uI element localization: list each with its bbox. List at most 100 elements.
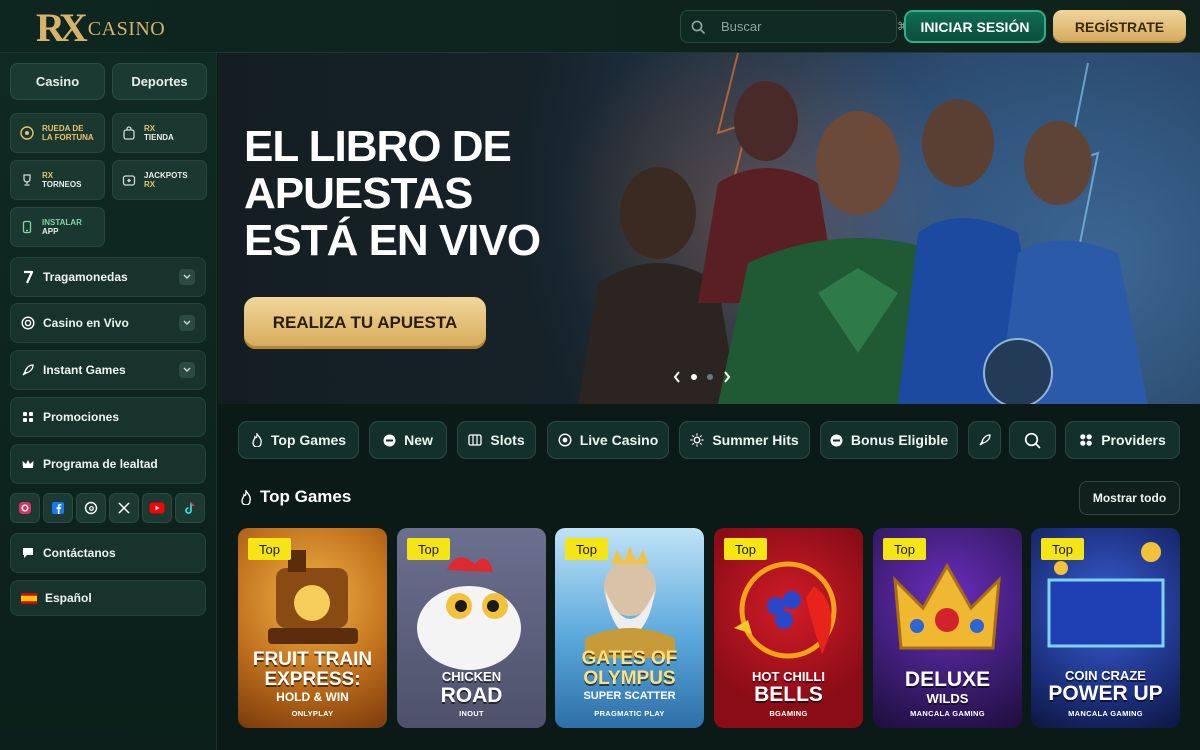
game-card-deluxe-wilds[interactable]: Top DELUXE WILDS MANCALA GAMING (873, 528, 1022, 728)
game-title-line: WILDS (926, 691, 969, 706)
category-new[interactable]: New (369, 421, 447, 459)
chip-icon (21, 316, 35, 330)
tile-line1: RX (144, 124, 156, 133)
game-title-line: FRUIT TRAIN (252, 649, 373, 670)
category-label: New (404, 432, 433, 448)
tile-rx-torneos[interactable]: RX TORNEOS (10, 160, 105, 200)
sidebar-item-label: Tragamonedas (43, 270, 128, 284)
sidebar-item-promociones[interactable]: Promociones (10, 397, 206, 437)
trophy-icon (23, 174, 31, 186)
tile-line2: APP (42, 227, 59, 236)
crown-icon (22, 460, 34, 468)
tab-casino[interactable]: Casino (10, 63, 105, 100)
facebook-icon[interactable] (43, 493, 73, 523)
register-button[interactable]: REGÍSTRATE (1053, 10, 1186, 43)
instagram-icon[interactable] (10, 493, 40, 523)
chevron-down-icon[interactable] (179, 362, 195, 378)
tiktok-icon[interactable] (175, 493, 205, 523)
game-card-chicken-road[interactable]: Top CHICKEN ROAD INOUT (397, 528, 546, 728)
game-provider: ONLYPLAY (291, 709, 334, 718)
category-instant-games[interactable] (968, 421, 1001, 459)
top-badge: Top (248, 538, 291, 560)
show-all-button[interactable]: Mostrar todo (1079, 481, 1180, 515)
sidebar-item-programa-de-lealtad[interactable]: Programa de lealtad (10, 444, 206, 484)
sidebar-item-label: Contáctanos (43, 546, 116, 560)
top-badge: Top (1041, 538, 1084, 560)
new-icon (383, 434, 396, 446)
carousel-controls (673, 371, 731, 383)
tile-line1: INSTALAR (42, 218, 82, 227)
game-title-line: OLYMPUS (583, 668, 676, 689)
game-title-line: ROAD (440, 684, 503, 707)
top-header: RX CASINO ⌘K INICIAR SESIÓN REGÍSTRATE (0, 0, 1200, 53)
category-summer-hits[interactable]: Summer Hits (679, 421, 810, 459)
tile-rueda-de-la-fortuna[interactable]: RUEDA DE LA FORTUNA (10, 113, 105, 153)
game-title: HOT CHILLI BELLS (714, 669, 863, 706)
game-title-line: CHICKEN (441, 669, 502, 684)
chat-icon (23, 548, 33, 558)
search-box[interactable]: ⌘K (680, 10, 915, 43)
tile-line1: RUEDA DE (42, 124, 84, 133)
game-card-fruit-train-express[interactable]: Top FRUIT TRAIN EXPRESS: HOLD & WIN ONLY… (238, 528, 387, 728)
category-label: Providers (1101, 432, 1166, 448)
category-search-button[interactable] (1009, 421, 1056, 459)
login-button[interactable]: INICIAR SESIÓN (904, 10, 1046, 43)
tile-instalar-app[interactable]: INSTALAR APP (10, 207, 105, 247)
sidebar-item-tragamonedas[interactable]: Tragamonedas (10, 257, 206, 297)
category-top-games[interactable]: Top Games (238, 421, 359, 459)
category-providers[interactable]: Providers (1065, 421, 1180, 459)
category-slots[interactable]: Slots (457, 421, 536, 459)
hero-title-line: ESTÁ EN VIVO (244, 216, 541, 265)
category-label: Bonus Eligible (850, 432, 949, 448)
flame-icon (241, 489, 251, 505)
game-provider: MANCALA GAMING (1068, 709, 1143, 718)
rx-casino-logo[interactable]: RX CASINO (36, 4, 165, 48)
game-card-coin-craze-power-up[interactable]: Top COIN CRAZE POWER UP MANCALA GAMING (1031, 528, 1180, 728)
youtube-icon[interactable] (142, 493, 172, 523)
game-title-line: POWER UP (1048, 682, 1163, 705)
game-provider: BGAMING (769, 709, 808, 718)
sidebar-item-casino-en-vivo[interactable]: Casino en Vivo (10, 303, 206, 343)
language-selector[interactable]: Español (10, 580, 206, 616)
category-label: Top Games (270, 432, 347, 448)
game-title-line: BELLS (754, 683, 823, 706)
chevron-down-icon[interactable] (179, 269, 195, 285)
x-icon[interactable] (109, 493, 139, 523)
carousel-dot[interactable] (707, 374, 713, 380)
rocket-icon (22, 364, 34, 376)
search-icon (691, 20, 705, 34)
social-links (10, 493, 206, 525)
category-bonus-eligible[interactable]: Bonus Eligible (820, 421, 958, 459)
sidebar-item-instant-games[interactable]: Instant Games (10, 350, 206, 390)
category-live-casino[interactable]: Live Casino (547, 421, 669, 459)
game-card-hot-chilli-bells[interactable]: Top HOT CHILLI BELLS BGAMING (714, 528, 863, 728)
game-title: CHICKEN ROAD (397, 669, 546, 706)
game-title: FRUIT TRAIN EXPRESS: (238, 650, 387, 690)
tile-rx-tienda[interactable]: RX TIENDA (112, 113, 207, 153)
game-title: DELUXE WILDS (873, 669, 1022, 707)
game-title-line: COIN CRAZE (1065, 668, 1146, 683)
sidebar-item-label: Instant Games (43, 363, 126, 377)
tile-line2: TIENDA (144, 133, 174, 142)
tile-line1: RX (42, 171, 54, 180)
search-icon (1024, 432, 1041, 448)
hero-banner[interactable]: EL LIBRO DE APUESTAS ESTÁ EN VIVO REALIZ… (218, 53, 1200, 404)
game-provider: INOUT (459, 709, 484, 718)
search-input[interactable] (721, 19, 897, 34)
chevron-right-icon[interactable] (723, 371, 731, 383)
shopping-bag-icon (123, 126, 135, 140)
threads-icon[interactable] (76, 493, 106, 523)
carousel-dot[interactable] (691, 374, 697, 380)
sidebar-item-label: Promociones (43, 410, 120, 424)
chevron-down-icon[interactable] (179, 315, 195, 331)
place-bet-button[interactable]: REALIZA TU APUESTA (244, 297, 486, 349)
section-title: Top Games (240, 487, 351, 507)
tile-line2: RX (144, 180, 156, 189)
logo-rx-mark: RX (36, 5, 88, 50)
chevron-left-icon[interactable] (673, 371, 681, 383)
sidebar-item-contactanos[interactable]: Contáctanos (10, 533, 206, 573)
hero-title-line: EL LIBRO DE (244, 122, 512, 171)
tile-jackpots-rx[interactable]: JACKPOTS RX (112, 160, 207, 200)
game-card-gates-of-olympus[interactable]: Top GATES OF OLYMPUS SUPER SCATTER PRAGM… (555, 528, 704, 728)
tab-deportes[interactable]: Deportes (112, 63, 207, 100)
